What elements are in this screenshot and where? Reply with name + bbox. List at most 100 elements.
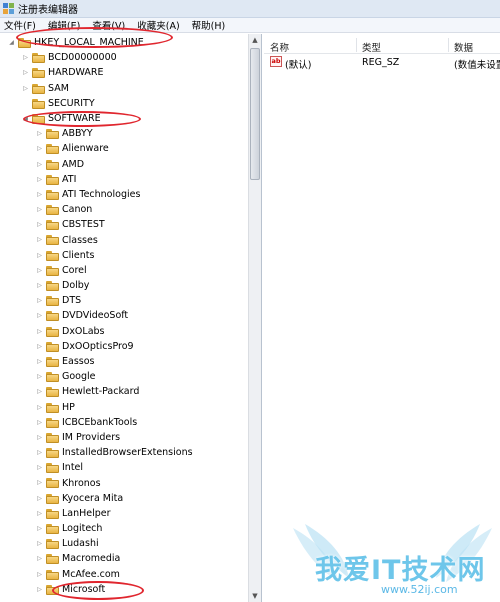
tree-item-label: Dolby: [62, 280, 90, 292]
tree-item-label: IM Providers: [62, 431, 121, 443]
tree-item-label: CBSTEST: [62, 219, 105, 231]
expand-arrow-icon[interactable]: ▷: [36, 571, 43, 578]
registry-tree-pane: ◢ HKEY_LOCAL_MACHINE ▷ BCD00000000 ▷ HARDWARE…: [0, 34, 262, 602]
expand-arrow-icon[interactable]: ▷: [36, 236, 43, 243]
tree-item-google[interactable]: ▷ Google: [0, 369, 248, 384]
expand-arrow-icon[interactable]: ▷: [36, 586, 43, 593]
tree-item-security[interactable]: SECURITY: [0, 96, 248, 111]
expand-arrow-icon[interactable]: ▷: [36, 555, 43, 562]
tree-item-lanhelper[interactable]: ▷ LanHelper: [0, 506, 248, 521]
scroll-up-arrow-icon[interactable]: ▲: [249, 34, 261, 46]
expand-arrow-icon[interactable]: ▷: [36, 267, 43, 274]
expand-arrow-icon[interactable]: ▷: [36, 449, 43, 456]
tree-item-mcafee-com[interactable]: ▷ McAfee.com: [0, 567, 248, 582]
tree-item-cbstest[interactable]: ▷ CBSTEST: [0, 217, 248, 232]
tree-item-dxolabs[interactable]: ▷ DxOLabs: [0, 324, 248, 339]
tree-item-classes[interactable]: ▷ Classes: [0, 232, 248, 247]
expand-arrow-icon[interactable]: ▷: [36, 145, 43, 152]
tree-item-macromedia[interactable]: ▷ Macromedia: [0, 551, 248, 566]
value-type: REG_SZ: [362, 57, 400, 68]
expand-arrow-icon[interactable]: ▷: [36, 388, 43, 395]
expand-arrow-icon[interactable]: ▷: [36, 206, 43, 213]
tree-item-amd[interactable]: ▷ AMD: [0, 157, 248, 172]
folder-icon: [46, 356, 59, 367]
expand-arrow-icon[interactable]: ▷: [36, 282, 43, 289]
expand-arrow-icon[interactable]: ▷: [36, 434, 43, 441]
tree-item-bcd00000000[interactable]: ▷ BCD00000000: [0, 50, 248, 65]
tree-item-hewlett-packard[interactable]: ▷ Hewlett-Packard: [0, 384, 248, 399]
expand-arrow-icon[interactable]: ▷: [22, 85, 29, 92]
tree-item-label: Khronos: [62, 477, 101, 489]
tree-item-sam[interactable]: ▷ SAM: [0, 81, 248, 96]
expand-arrow-icon[interactable]: ▷: [36, 358, 43, 365]
tree-item-im-providers[interactable]: ▷ IM Providers: [0, 430, 248, 445]
expand-arrow-icon[interactable]: ▷: [36, 525, 43, 532]
tree-item-kyocera-mita[interactable]: ▷ Kyocera Mita: [0, 491, 248, 506]
expand-arrow-icon[interactable]: ▷: [36, 328, 43, 335]
tree-item-dolby[interactable]: ▷ Dolby: [0, 278, 248, 293]
tree-item-khronos[interactable]: ▷ Khronos: [0, 475, 248, 490]
tree-item-label: ABBYY: [62, 128, 93, 140]
menu-favorites[interactable]: 收藏夹(A): [137, 18, 179, 32]
expand-arrow-icon[interactable]: ▷: [36, 510, 43, 517]
tree-item-software[interactable]: ◢ SOFTWARE: [0, 111, 248, 126]
expand-arrow-icon[interactable]: ▷: [36, 130, 43, 137]
menu-view[interactable]: 查看(V): [92, 18, 125, 32]
expand-arrow-icon[interactable]: ▷: [36, 161, 43, 168]
tree-item-eassos[interactable]: ▷ Eassos: [0, 354, 248, 369]
expand-arrow-icon[interactable]: ▷: [36, 419, 43, 426]
tree-item-hp[interactable]: ▷ HP: [0, 400, 248, 415]
folder-icon: [46, 129, 59, 140]
expand-arrow-icon[interactable]: ▷: [36, 176, 43, 183]
column-name-header[interactable]: 名称: [270, 40, 289, 54]
expand-arrow-icon[interactable]: ▷: [22, 69, 29, 76]
tree-item-microsoft[interactable]: ▷ Microsoft: [0, 582, 248, 597]
tree-item-corel[interactable]: ▷ Corel: [0, 263, 248, 278]
expand-arrow-icon[interactable]: ▷: [36, 404, 43, 411]
expand-arrow-icon[interactable]: ▷: [36, 312, 43, 319]
tree-item-ati-technologies[interactable]: ▷ ATI Technologies: [0, 187, 248, 202]
expand-arrow-icon[interactable]: ▷: [36, 479, 43, 486]
tree-item-dvdvideosoft[interactable]: ▷ DVDVideoSoft: [0, 308, 248, 323]
tree-item-icbcebanktools[interactable]: ▷ ICBCEbankTools: [0, 415, 248, 430]
tree-item-dxoopticspro9[interactable]: ▷ DxOOpticsPro9: [0, 339, 248, 354]
tree-item-intel[interactable]: ▷ Intel: [0, 460, 248, 475]
tree-item-label: Microsoft: [62, 583, 106, 595]
tree-scrollbar[interactable]: ▲ ▼: [248, 34, 261, 602]
tree-item-ludashi[interactable]: ▷ Ludashi: [0, 536, 248, 551]
tree-item-dts[interactable]: ▷ DTS: [0, 293, 248, 308]
tree-item-abbyy[interactable]: ▷ ABBYY: [0, 126, 248, 141]
expand-arrow-icon[interactable]: ▷: [36, 191, 43, 198]
collapse-arrow-icon[interactable]: ◢: [8, 39, 15, 46]
value-row-default[interactable]: ab (默认) REG_SZ (数值未设置): [264, 54, 500, 71]
expand-arrow-icon[interactable]: ▷: [36, 373, 43, 380]
expand-arrow-icon[interactable]: ▷: [36, 297, 43, 304]
tree-item-hkey-local-machine[interactable]: ◢ HKEY_LOCAL_MACHINE: [0, 35, 248, 50]
tree-item-label: Canon: [62, 204, 93, 216]
column-data-header[interactable]: 数据: [454, 40, 473, 54]
menu-edit[interactable]: 编辑(E): [48, 18, 80, 32]
menu-help[interactable]: 帮助(H): [192, 18, 226, 32]
expand-arrow-icon[interactable]: ▷: [36, 343, 43, 350]
collapse-arrow-icon[interactable]: ◢: [22, 115, 29, 122]
tree-item-alienware[interactable]: ▷ Alienware: [0, 141, 248, 156]
tree-item-installedbrowserextensions[interactable]: ▷ InstalledBrowserExtensions: [0, 445, 248, 460]
scroll-down-arrow-icon[interactable]: ▼: [249, 590, 261, 602]
tree-item-canon[interactable]: ▷ Canon: [0, 202, 248, 217]
expand-arrow-icon[interactable]: ▷: [36, 221, 43, 228]
menu-file[interactable]: 文件(F): [4, 18, 36, 32]
expand-arrow-icon[interactable]: ▷: [36, 252, 43, 259]
column-type-header[interactable]: 类型: [362, 40, 381, 54]
expand-arrow-icon[interactable]: ▷: [36, 540, 43, 547]
tree-item-hardware[interactable]: ▷ HARDWARE: [0, 65, 248, 80]
tree-item-label: DTS: [62, 295, 82, 307]
folder-icon: [46, 326, 59, 337]
expand-arrow-icon[interactable]: ▷: [36, 495, 43, 502]
scroll-thumb[interactable]: [250, 48, 260, 180]
folder-icon: [46, 524, 59, 534]
tree-item-logitech[interactable]: ▷ Logitech: [0, 521, 248, 536]
expand-arrow-icon[interactable]: ▷: [36, 464, 43, 471]
expand-arrow-icon[interactable]: ▷: [22, 54, 29, 61]
tree-item-clients[interactable]: ▷ Clients: [0, 248, 248, 263]
tree-item-ati[interactable]: ▷ ATI: [0, 172, 248, 187]
